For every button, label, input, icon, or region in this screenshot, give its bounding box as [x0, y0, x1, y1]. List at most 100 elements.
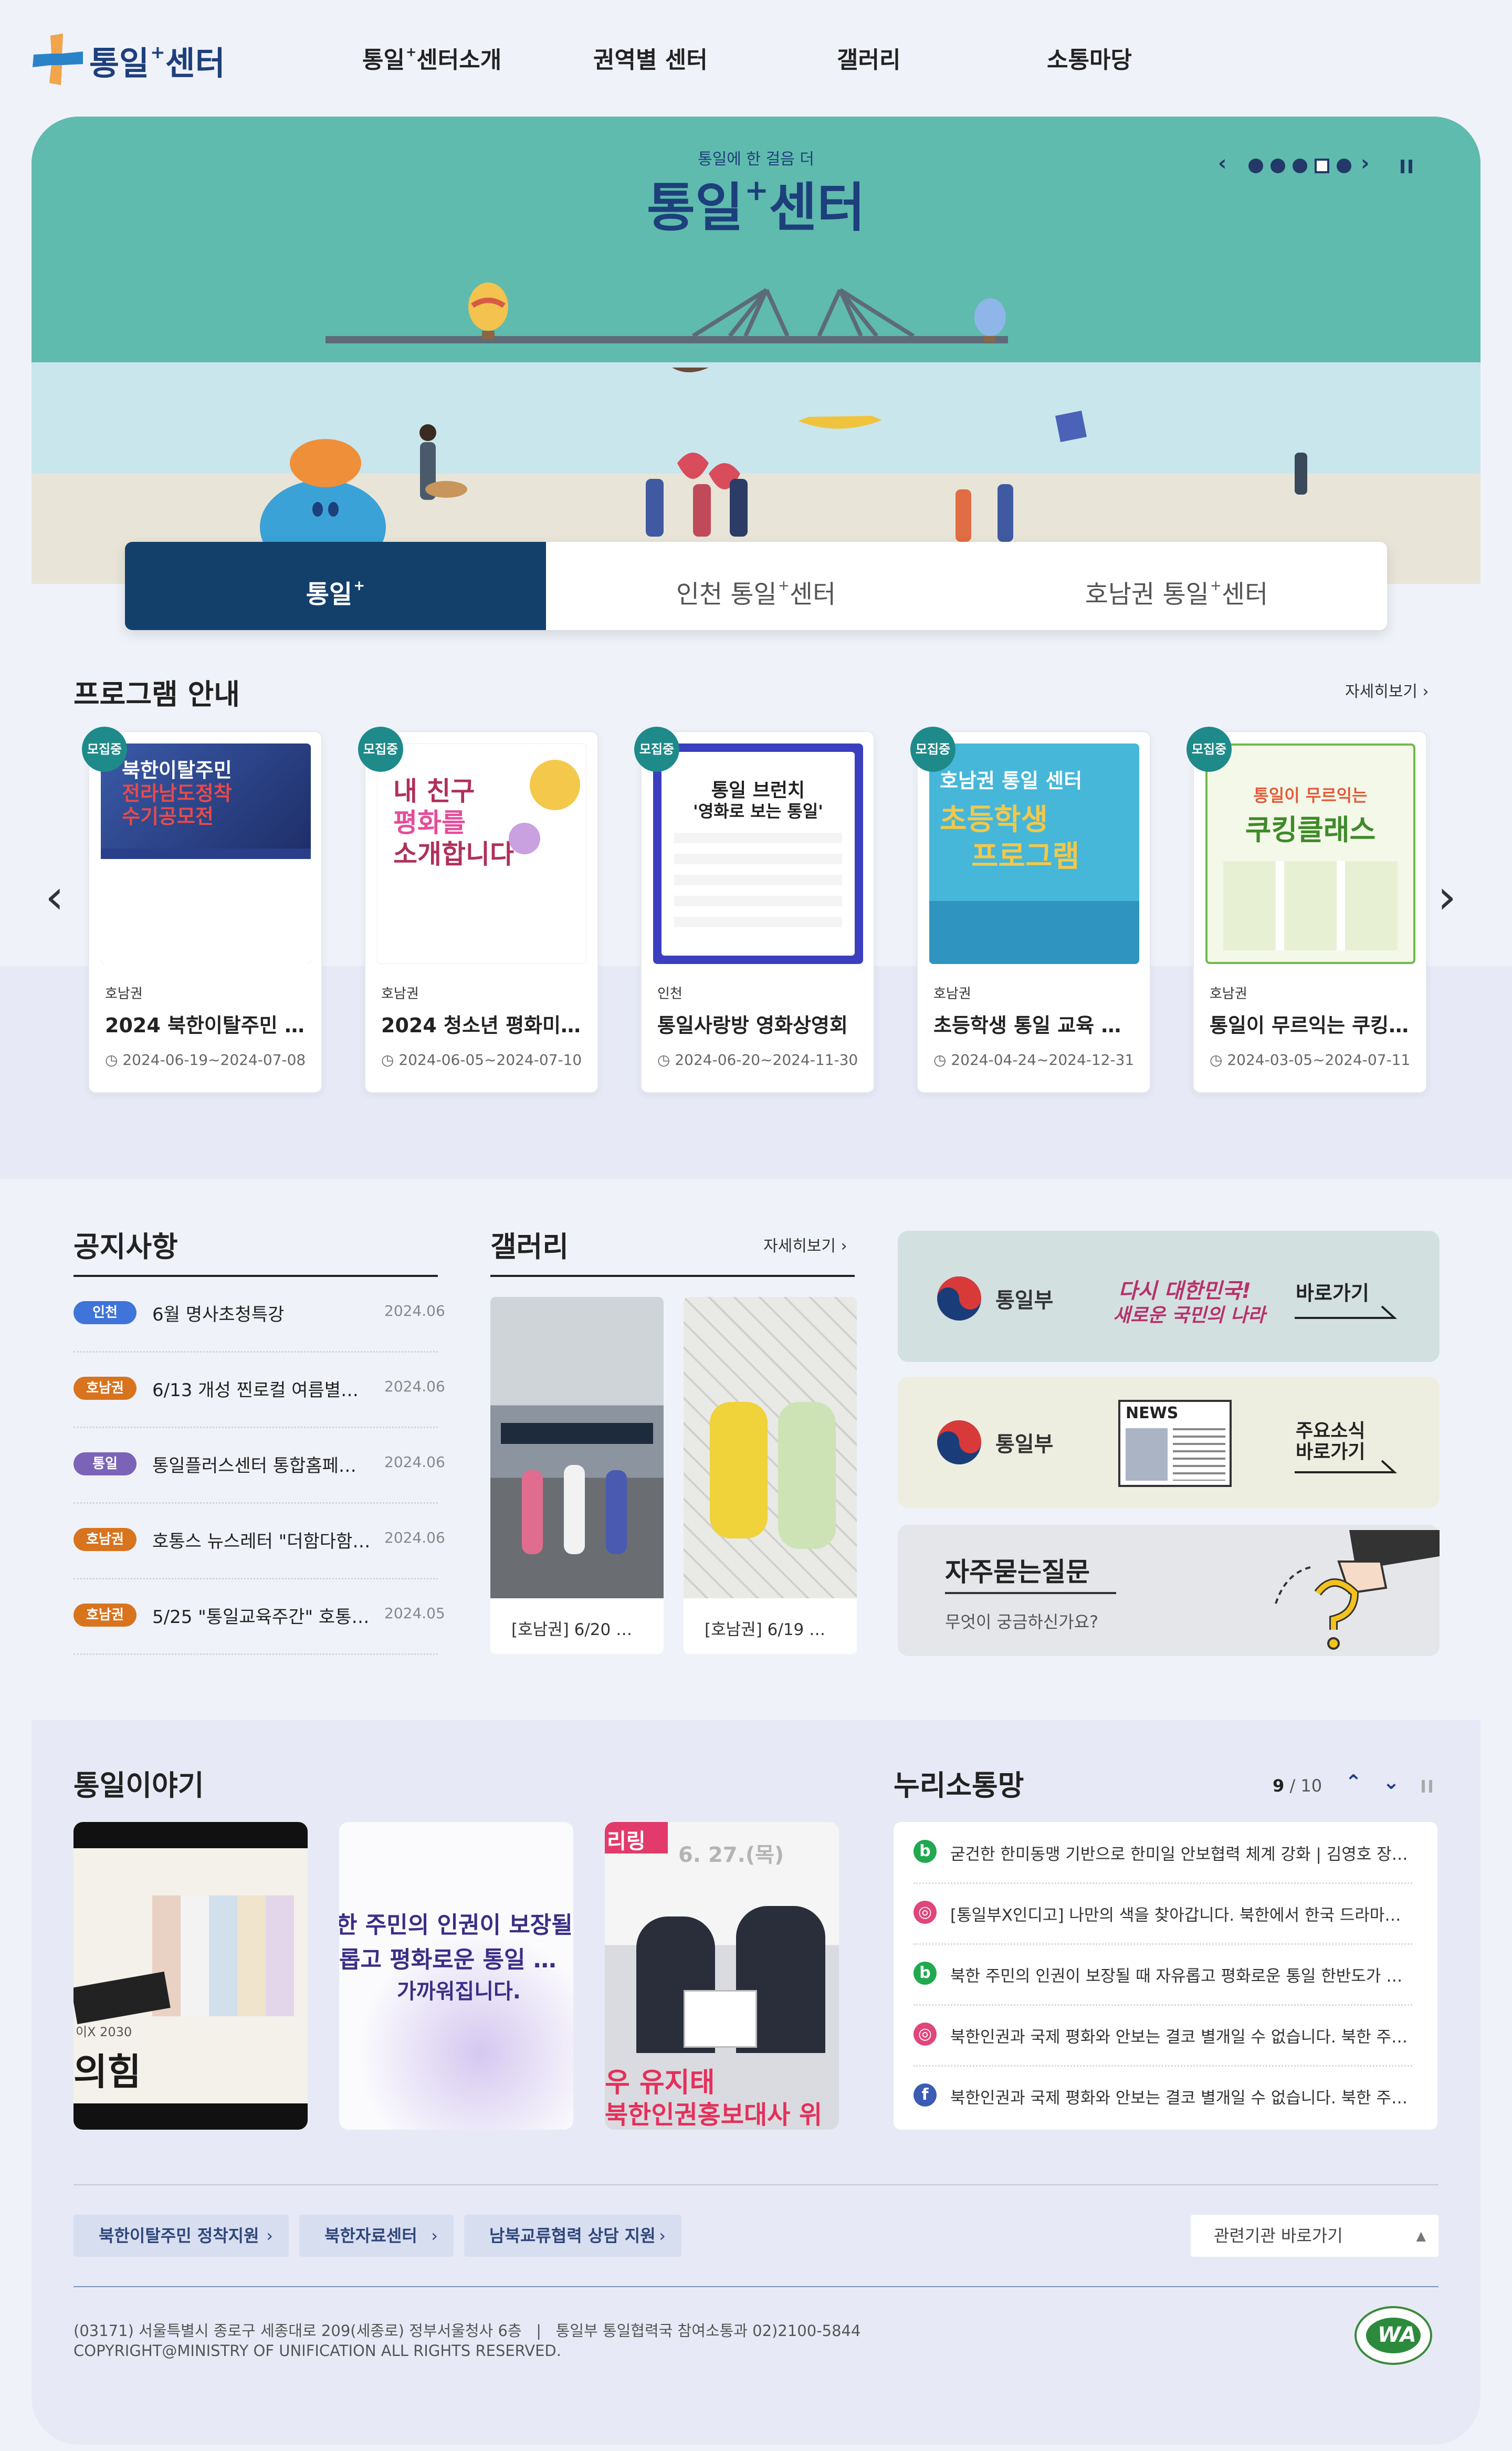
faq-title: 자주묻는질문 — [945, 1557, 1090, 1587]
gallery-more-link[interactable]: 자세히보기 › — [763, 1233, 847, 1256]
program-poster: 내 친구 평화를 소개합니다 — [377, 743, 587, 964]
program-card[interactable]: 모집중 통일이 무르익는 쿠킹클래스 호남권 통일이 무르익는 쿠킹클래스 ◷ … — [1186, 727, 1427, 1093]
region-tag: 인천 — [74, 1301, 136, 1324]
banner-link-label: 바로가기 — [1296, 1282, 1369, 1305]
story-image: 한 주민의 인권이 보장될 롭고 평화로운 통일 한반 가까워집니다. — [339, 1822, 573, 2130]
program-title: 통일이 무르익는 쿠킹클래스 — [1210, 1014, 1415, 1037]
nuri-text: 굳건한 한미동맹 기반으로 한미일 안보협력 체계 강화 | 김영호 장관, 제… — [950, 1845, 1412, 1864]
story-card[interactable]: 리링 6. 27.(목) 우 유지태 북한인권홍보대사 위 — [605, 1822, 839, 2130]
recruiting-badge: 모집중 — [1186, 727, 1232, 772]
nuri-item[interactable]: ◎ [통일부X인디고] 나만의 색을 찾아갑니다. 북한에서 한국 드라마를 보… — [914, 1884, 1412, 1945]
nav-center-intro[interactable]: 통일+센터소개 — [362, 41, 501, 75]
clock-icon: ◷ — [933, 1051, 951, 1069]
nuri-pause-icon[interactable] — [1422, 1780, 1432, 1793]
slider-prev-icon[interactable]: ‹ — [1218, 151, 1226, 175]
nuri-pagination: 9 / 10 — [1273, 1776, 1322, 1796]
center-tabs: 통일+ 인천 통일+센터 호남권 통일+센터 — [125, 542, 1387, 630]
instagram-icon: ◎ — [914, 1901, 937, 1924]
question-hand-icon — [1275, 1530, 1440, 1650]
recruiting-badge: 모집중 — [358, 727, 403, 772]
ministry-banner[interactable]: 통일부 다시 대한민국! 새로운 국민의 나라 바로가기 — [898, 1231, 1440, 1362]
faq-banner[interactable]: 자주묻는질문 무엇이 궁금하신가요? — [898, 1525, 1440, 1656]
program-title: 초등학생 통일 교육 상시 프로그램 — [933, 1014, 1139, 1037]
slider-dot[interactable] — [1337, 159, 1351, 173]
gallery-caption: [호남권] 6/19 호통스 체험 — [705, 1620, 836, 1639]
clock-icon: ◷ — [1210, 1051, 1227, 1069]
notice-item[interactable]: 호남권 호통스 뉴스레터 "더함다함"을 구독하세요 2024.06 — [74, 1504, 445, 1579]
story-image: 이X 2030 의힘 — [74, 1848, 308, 2103]
nuri-text: 북한인권과 국제 평화와 안보는 결코 별개일 수 없습니다. 북한 주민의 인… — [950, 2089, 1412, 2108]
related-sites-select[interactable]: 관련기관 바로가기 ▲ — [1191, 2215, 1438, 2257]
nuri-item[interactable]: b 굳건한 한미동맹 기반으로 한미일 안보협력 체계 강화 | 김영호 장관,… — [914, 1823, 1412, 1884]
programs-more-link[interactable]: 자세히보기 › — [1345, 678, 1429, 701]
nuri-item[interactable]: b 북한 주민의 인권이 보장될 때 자유롭고 평화로운 통일 한반도가 가까워… — [914, 1945, 1412, 2006]
slider-pause-icon[interactable] — [1401, 160, 1412, 173]
region-tag: 통일 — [74, 1452, 136, 1475]
web-accessibility-mark: WA — [1353, 2305, 1433, 2366]
nav-community[interactable]: 소통마당 — [1047, 41, 1132, 75]
footer-link-defector-support[interactable]: 북한이탈주민 정착지원 › — [74, 2215, 289, 2257]
gallery-card[interactable]: [호남권] 6/19 호통스 체험 — [684, 1297, 857, 1654]
caret-up-icon: ▲ — [1416, 2228, 1426, 2243]
program-title: 통일사랑방 영화상영회 — [657, 1014, 848, 1037]
site-logo[interactable]: 통일+센터 — [30, 30, 225, 88]
program-date: ◷ 2024-06-20~2024-11-30 — [657, 1051, 858, 1069]
tab-honam-center[interactable]: 호남권 통일+센터 — [966, 542, 1387, 630]
chevron-down-icon[interactable]: ⌄ — [1383, 1771, 1400, 1794]
program-card[interactable]: 모집중 통일 브런치 '영화로 보는 통일' 인천 통일사랑방 영화상영회 ◷ … — [634, 727, 875, 1093]
notice-item[interactable]: 호남권 6/13 개성 찐로컬 여름별미, 개성음식 만들기 2024.06 — [74, 1353, 445, 1428]
gallery-underline — [490, 1275, 855, 1277]
footer-divider-2 — [74, 2286, 1438, 2287]
nuri-item[interactable]: f 북한인권과 국제 평화와 안보는 결코 별개일 수 없습니다. 북한 주민의… — [914, 2067, 1412, 2128]
slider-dot-active[interactable] — [1315, 159, 1329, 173]
notice-heading: 공지사항 — [74, 1230, 178, 1263]
program-card[interactable]: 모집중 내 친구 평화를 소개합니다 호남권 2024 청소년 평화미술 대회 … — [358, 727, 598, 1093]
tab-incheon-center[interactable]: 인천 통일+센터 — [546, 542, 966, 630]
nuri-item[interactable]: ◎ 북한인권과 국제 평화와 안보는 결코 별개일 수 없습니다. 북한 주민의… — [914, 2006, 1412, 2067]
tab-tongil-center[interactable]: 통일+ — [125, 542, 546, 630]
programs-next-icon[interactable]: › — [1437, 874, 1456, 921]
footer-divider — [74, 2184, 1438, 2185]
notice-item[interactable]: 통일 통일플러스센터 통합홈페이지 오픈 안내 2024.06 — [74, 1428, 445, 1504]
hero-banner: 통일에 한 걸음 더 통일+센터 ‹ › — [32, 117, 1480, 584]
taegeuk-icon — [937, 1276, 981, 1321]
program-region: 인천 — [657, 986, 682, 1002]
clock-icon: ◷ — [105, 1051, 123, 1069]
programs-prev-icon[interactable]: ‹ — [45, 874, 64, 921]
slogan-line-2: 새로운 국민의 나라 — [1113, 1305, 1266, 1326]
footer-link-exchange-consult[interactable]: 남북교류협력 상담 지원 › — [464, 2215, 681, 2257]
slider-dot[interactable] — [1270, 159, 1285, 173]
program-card[interactable]: 모집중 호남권 통일 센터 초등학생 프로그램 호남권 초등학생 통일 교육 상… — [910, 727, 1151, 1093]
program-card[interactable]: 모집중 북한이탈주민 전라남도정착 수기공모전 호남권 2024 북한이탈주민 … — [82, 727, 322, 1093]
arrow-icon — [1295, 1305, 1398, 1319]
news-banner[interactable]: 통일부 NEWS 주요소식 바로가기 — [898, 1377, 1440, 1508]
nav-gallery[interactable]: 갤러리 — [837, 41, 900, 75]
footer-link-nk-archive[interactable]: 북한자료센터 › — [299, 2215, 454, 2257]
clock-icon: ◷ — [657, 1051, 675, 1069]
region-tag: 호남권 — [74, 1604, 136, 1627]
nav-regional-center[interactable]: 권역별 센터 — [593, 41, 708, 75]
program-title: 2024 북한이탈주민 전라남도정착 수기공모전 — [105, 1014, 311, 1037]
program-region: 호남권 — [933, 986, 971, 1002]
slider-dot[interactable] — [1293, 159, 1307, 173]
notice-title: 5/25 "통일교육주간" 호통스 넘버원 행사 — [152, 1607, 373, 1628]
facebook-icon: f — [914, 2083, 937, 2107]
story-card[interactable]: 이X 2030 의힘 — [74, 1822, 308, 2130]
program-poster: 호남권 통일 센터 초등학생 프로그램 — [929, 743, 1139, 964]
slider-dot[interactable] — [1248, 159, 1263, 173]
instagram-icon: ◎ — [914, 2023, 937, 2046]
story-card[interactable]: 한 주민의 인권이 보장될 롭고 평화로운 통일 한반 가까워집니다. — [339, 1822, 573, 2130]
notice-item[interactable]: 인천 6월 명사초청특강 2024.06 — [74, 1277, 445, 1353]
program-region: 호남권 — [381, 986, 419, 1002]
slider-next-icon[interactable]: › — [1361, 151, 1369, 175]
gallery-card[interactable]: [호남권] 6/20 목요 평화통일전시회 — [490, 1297, 664, 1654]
notice-item[interactable]: 호남권 5/25 "통일교육주간" 호통스 넘버원 행사 2024.05 — [74, 1579, 445, 1655]
notice-title: 통일플러스센터 통합홈페이지 오픈 안내 — [152, 1455, 373, 1476]
program-poster: 통일이 무르익는 쿠킹클래스 — [1205, 743, 1415, 964]
chevron-up-icon[interactable]: ⌃ — [1345, 1771, 1362, 1794]
region-tag: 호남권 — [74, 1377, 136, 1400]
nuri-text: 북한 주민의 인권이 보장될 때 자유롭고 평화로운 통일 한반도가 가까워집니… — [950, 1967, 1412, 1986]
nuri-text: [통일부X인디고] 나만의 색을 찾아갑니다. 북한에서 한국 드라마를 보며 … — [950, 1906, 1412, 1925]
faq-underline — [945, 1592, 1116, 1594]
recruiting-badge: 모집중 — [634, 727, 679, 772]
